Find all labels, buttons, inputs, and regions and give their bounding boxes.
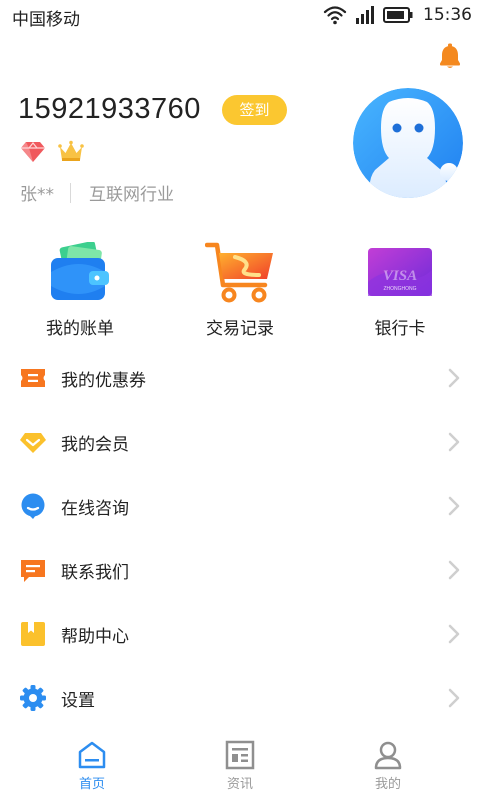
user-industry: 互联网行业 — [89, 185, 174, 205]
chevron-right-icon — [448, 624, 460, 644]
bottom-tab-bar: 首页 资讯 我的 — [0, 732, 480, 800]
menu-item-membership[interactable]: 我的会员 — [0, 410, 480, 474]
status-bar: 中国移动 15:36 — [0, 0, 480, 32]
tab-label: 首页 — [78, 777, 105, 792]
robot-avatar-icon[interactable] — [353, 88, 463, 198]
quick-action-transactions[interactable]: 交易记录 — [175, 240, 305, 339]
chevron-right-icon — [448, 368, 460, 388]
user-phone-number: 15921933760 — [18, 93, 201, 125]
status-icons: 15:36 — [323, 4, 472, 26]
battery-icon — [383, 7, 413, 23]
tab-label: 资讯 — [226, 777, 253, 792]
chevron-right-icon — [448, 688, 460, 708]
status-time: 15:36 — [423, 5, 472, 25]
menu-item-label: 联系我们 — [61, 563, 129, 583]
bank-card-sub: ZHONGHONG — [383, 286, 416, 292]
diamond-icon — [20, 140, 46, 168]
menu-item-label: 我的优惠券 — [61, 371, 146, 391]
message-icon — [20, 557, 46, 583]
menu-item-label: 我的会员 — [61, 435, 129, 455]
coupon-icon — [20, 365, 46, 391]
menu-item-label: 在线咨询 — [61, 499, 129, 519]
settings-gear-icon — [20, 685, 46, 711]
wallet-icon — [45, 240, 115, 304]
user-name: 张** — [20, 185, 54, 205]
checkin-button[interactable]: 签到 — [222, 95, 287, 125]
chevron-right-icon — [448, 496, 460, 516]
user-info-line: 张** 互联网行业 — [20, 180, 174, 205]
menu-item-label: 设置 — [61, 691, 95, 711]
menu-item-contact-us[interactable]: 联系我们 — [0, 538, 480, 602]
member-badges — [20, 140, 84, 168]
chevron-right-icon — [448, 432, 460, 452]
home-icon — [42, 740, 142, 770]
menu-item-label: 帮助中心 — [61, 627, 129, 647]
menu-item-coupons[interactable]: 我的优惠券 — [0, 346, 480, 410]
bell-icon[interactable] — [437, 43, 463, 69]
menu-item-help-center[interactable]: 帮助中心 — [0, 602, 480, 666]
divider — [70, 182, 71, 203]
quick-action-bank-card[interactable]: VISA ZHONGHONG 银行卡 — [335, 240, 465, 339]
tab-home[interactable]: 首页 — [42, 740, 142, 792]
menu-list: 我的优惠券 我的会员 在线咨询 联系我们 帮助中心 设置 — [0, 346, 480, 730]
tab-news[interactable]: 资讯 — [190, 740, 290, 792]
chevron-right-icon — [448, 560, 460, 580]
chat-icon — [20, 493, 46, 519]
tab-profile[interactable]: 我的 — [338, 740, 438, 792]
quick-action-label: 我的账单 — [46, 319, 114, 339]
menu-item-settings[interactable]: 设置 — [0, 666, 480, 730]
bank-card-icon: VISA ZHONGHONG — [365, 240, 435, 304]
wifi-icon — [323, 5, 347, 25]
menu-item-online-consult[interactable]: 在线咨询 — [0, 474, 480, 538]
bank-card-brand: VISA — [383, 268, 417, 284]
quick-action-bills[interactable]: 我的账单 — [15, 240, 145, 339]
membership-icon — [20, 429, 46, 455]
carrier-name: 中国移动 — [12, 10, 80, 30]
tab-label: 我的 — [374, 777, 401, 792]
profile-icon — [338, 740, 438, 770]
help-book-icon — [20, 621, 46, 647]
quick-action-label: 交易记录 — [206, 319, 274, 339]
crown-icon — [58, 140, 84, 168]
signal-icon — [355, 6, 375, 24]
quick-action-label: 银行卡 — [374, 319, 426, 339]
cart-icon — [205, 240, 275, 304]
news-icon — [190, 740, 290, 770]
quick-actions: 我的账单 交易记录 VISA ZHONGHONG 银行卡 — [0, 240, 480, 340]
